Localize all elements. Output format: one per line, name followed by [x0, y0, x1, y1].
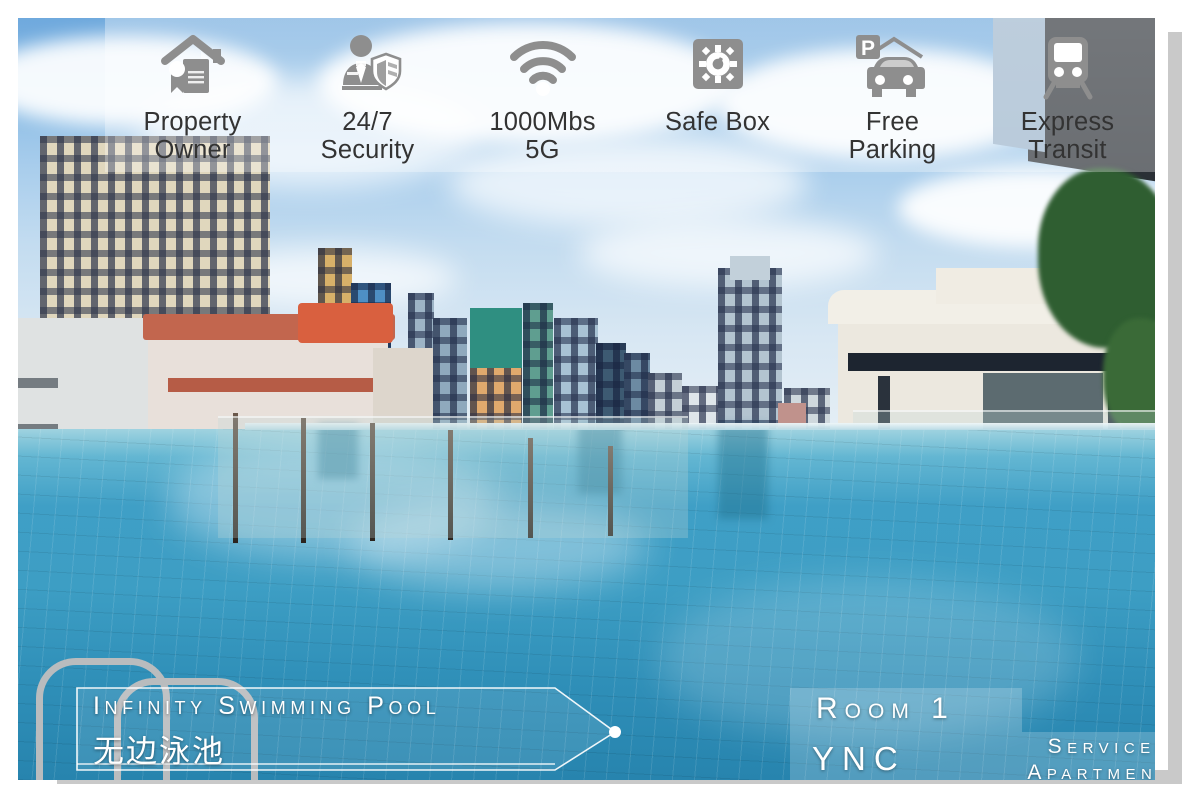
feature-safe-box[interactable]: Safe Box	[630, 18, 805, 136]
wifi-icon	[504, 30, 582, 104]
room-number: Room 1	[816, 692, 955, 725]
condo-roof	[298, 303, 393, 343]
feature-label: Free Parking	[848, 108, 937, 164]
company-name: YNC	[812, 740, 906, 777]
feature-express-transit[interactable]: Express Transit	[980, 18, 1155, 164]
building-reflection	[718, 424, 768, 520]
svg-text:P: P	[860, 37, 874, 60]
property-type-line2: Apartment	[1027, 761, 1155, 780]
feature-free-parking[interactable]: P Free Parking	[805, 18, 980, 164]
train-icon	[1032, 30, 1104, 104]
parking-car-icon: P	[852, 30, 934, 104]
security-guard-shield-icon	[332, 30, 404, 104]
property-type: Serviced Apartment	[948, 734, 1155, 780]
feature-label: Safe Box	[664, 108, 771, 136]
frame-border-right	[1168, 32, 1182, 784]
feature-label: Property Owner	[143, 108, 242, 164]
feature-wifi[interactable]: 1000Mbs 5G	[455, 18, 630, 164]
caption-chinese: 无边泳池	[93, 734, 225, 770]
feature-security[interactable]: 24/7 Security	[280, 18, 455, 164]
feature-label: 24/7 Security	[320, 108, 415, 164]
skyline-tower-cap	[730, 256, 770, 280]
caption-english: Infinity Swimming Pool	[93, 692, 441, 720]
skyline-building-top	[470, 308, 522, 368]
condo-balcony-roof	[168, 378, 378, 392]
branding-block: Room 1 YNC Serviced Apartment	[790, 688, 1155, 780]
glass-balustrade	[218, 416, 688, 538]
rooftop-pool-photo: Property Owner 24/7 Security 1000Mbs 5G …	[18, 18, 1155, 780]
feature-label: Express Transit	[1020, 108, 1115, 164]
safe-box-icon	[682, 30, 754, 104]
feature-label: 1000Mbs 5G	[489, 108, 596, 164]
property-type-line1: Serviced	[1047, 735, 1155, 758]
feature-property-owner[interactable]: Property Owner	[105, 18, 280, 164]
amenities-bar: Property Owner 24/7 Security 1000Mbs 5G …	[105, 18, 1155, 172]
pool-caption-callout: Infinity Swimming Pool 无边泳池	[75, 686, 623, 778]
property-owner-icon	[157, 30, 229, 104]
listing-photo-card: Property Owner 24/7 Security 1000Mbs 5G …	[0, 0, 1200, 802]
